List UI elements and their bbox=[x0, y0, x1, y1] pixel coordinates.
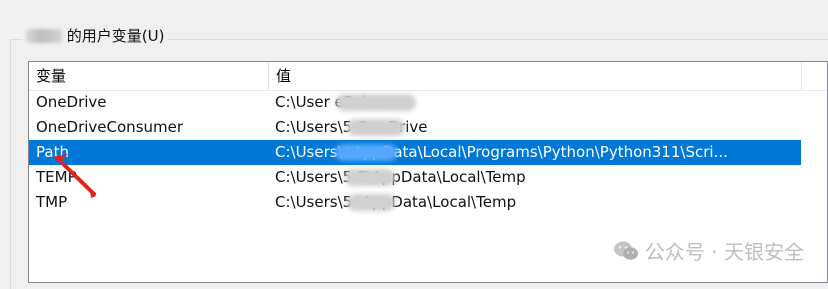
group-title-text: 的用户变量(U) bbox=[66, 27, 165, 45]
watermark-text: 公众号 · 天银安全 bbox=[644, 240, 804, 264]
list-item-path[interactable]: Path C:\Users\ \AppData\Local\Programs\P… bbox=[29, 140, 801, 165]
list-item-temp[interactable]: TEMP C:\Users\5 7\AppData\Local\Temp bbox=[29, 165, 801, 190]
column-header-variable[interactable]: 变量 bbox=[29, 62, 269, 90]
redaction-blur bbox=[345, 169, 395, 186]
watermark: 公众号 · 天银安全 bbox=[613, 236, 804, 265]
redaction-blur bbox=[335, 144, 397, 161]
variable-name: OneDrive bbox=[36, 93, 107, 111]
redacted-username bbox=[26, 29, 62, 43]
red-arrow-icon bbox=[53, 154, 96, 198]
list-header: 变量 值 bbox=[29, 62, 827, 91]
list-item-onedriveconsumer[interactable]: OneDriveConsumer C:\Users\5 OneDrive bbox=[29, 115, 801, 140]
wechat-icon bbox=[613, 241, 638, 260]
group-title: 的用户变量(U) bbox=[22, 26, 169, 46]
redaction-blur bbox=[336, 94, 416, 111]
column-header-value[interactable]: 值 bbox=[269, 62, 802, 90]
redaction-blur bbox=[347, 119, 405, 136]
list-item-onedrive[interactable]: OneDrive C:\User eDrive bbox=[29, 90, 801, 115]
list-item-tmp[interactable]: TMP C:\Users\5 \AppData\Local\Temp bbox=[29, 190, 801, 215]
variable-name: OneDriveConsumer bbox=[36, 118, 184, 136]
redaction-blur bbox=[347, 194, 395, 211]
